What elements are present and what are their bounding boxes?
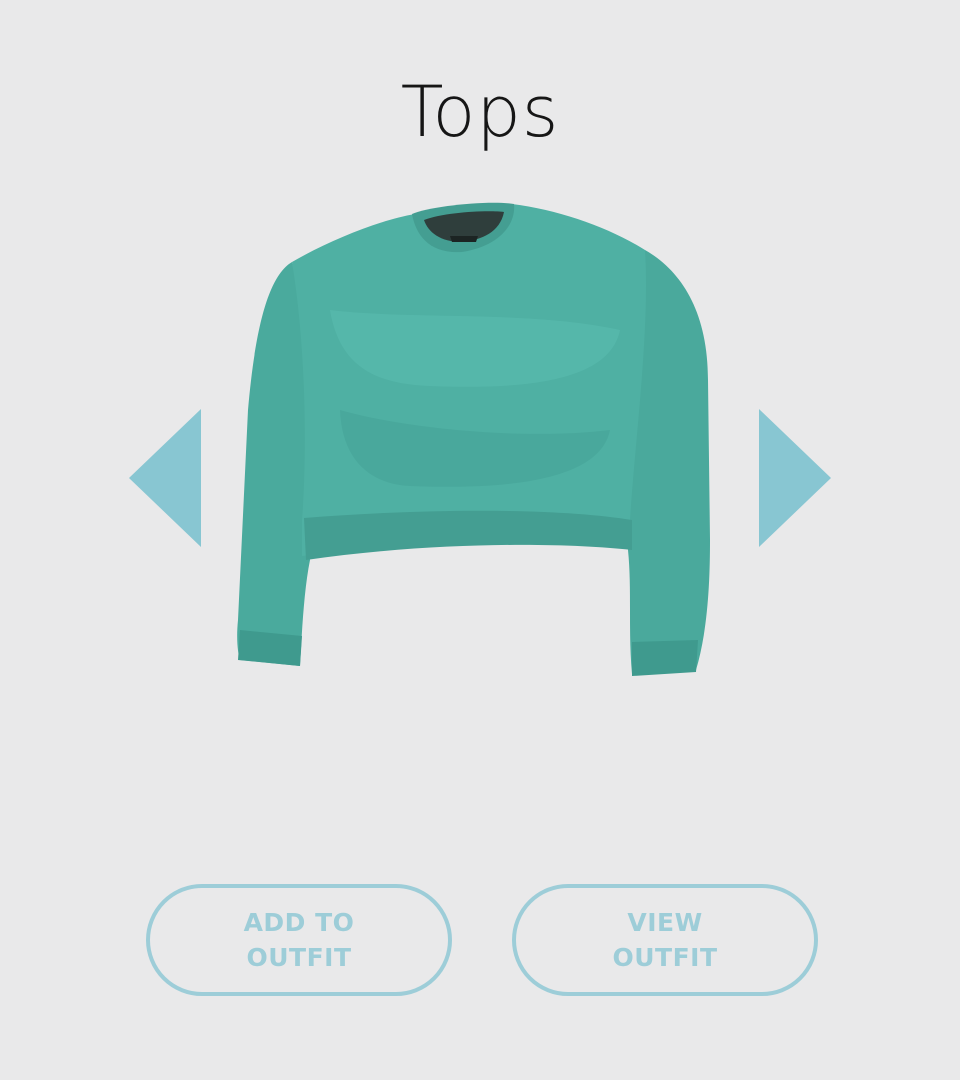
previous-item-arrow-icon[interactable] bbox=[129, 409, 201, 547]
item-carousel bbox=[0, 190, 960, 690]
view-outfit-button[interactable]: VIEW OUTFIT bbox=[512, 884, 818, 996]
view-outfit-label: VIEW OUTFIT bbox=[612, 908, 718, 972]
sweatshirt-image bbox=[237, 202, 710, 676]
page-title: Tops bbox=[400, 71, 560, 153]
next-item-arrow-icon[interactable] bbox=[759, 409, 831, 547]
add-to-outfit-label: ADD TO OUTFIT bbox=[243, 908, 355, 972]
add-to-outfit-button[interactable]: ADD TO OUTFIT bbox=[146, 884, 452, 996]
